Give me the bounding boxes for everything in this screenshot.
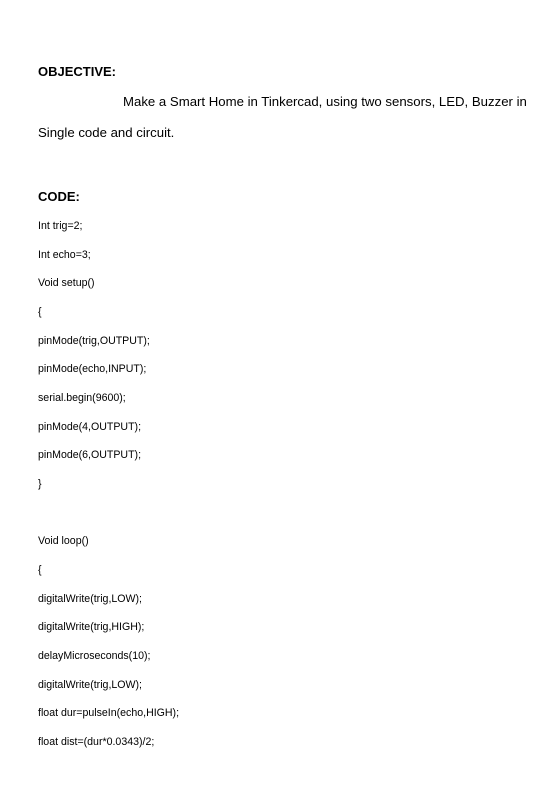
code-line: Void setup() (38, 277, 95, 289)
code-line: Int echo=3; (38, 249, 91, 261)
document-page: OBJECTIVE: Make a Smart Home in Tinkerca… (0, 0, 553, 785)
objective-heading: OBJECTIVE: (38, 64, 117, 79)
code-line: serial.begin(9600); (38, 392, 126, 404)
code-line: { (38, 306, 42, 318)
code-line: pinMode(6,OUTPUT); (38, 449, 142, 461)
code-line: pinMode(echo,INPUT); (38, 363, 147, 375)
code-line: float dist=(dur*0.0343)/2; (38, 736, 155, 748)
code-line: Void loop() (38, 535, 89, 547)
code-line: digitalWrite(trig,LOW); (38, 679, 142, 691)
code-line: pinMode(4,OUTPUT); (38, 421, 142, 433)
objective-text-line-2: Single code and circuit. (38, 125, 175, 140)
code-line: delayMicroseconds(10); (38, 650, 151, 662)
code-line: float dur=pulseIn(echo,HIGH); (38, 707, 180, 719)
code-line: digitalWrite(trig,LOW); (38, 593, 142, 605)
code-line: { (38, 564, 42, 576)
code-line: pinMode(trig,OUTPUT); (38, 335, 150, 347)
code-heading: CODE: (38, 189, 80, 204)
code-line: Int trig=2; (38, 220, 83, 232)
code-line: } (38, 478, 42, 490)
objective-text-line-1: Make a Smart Home in Tinkercad, using tw… (123, 94, 527, 109)
code-line: digitalWrite(trig,HIGH); (38, 621, 145, 633)
